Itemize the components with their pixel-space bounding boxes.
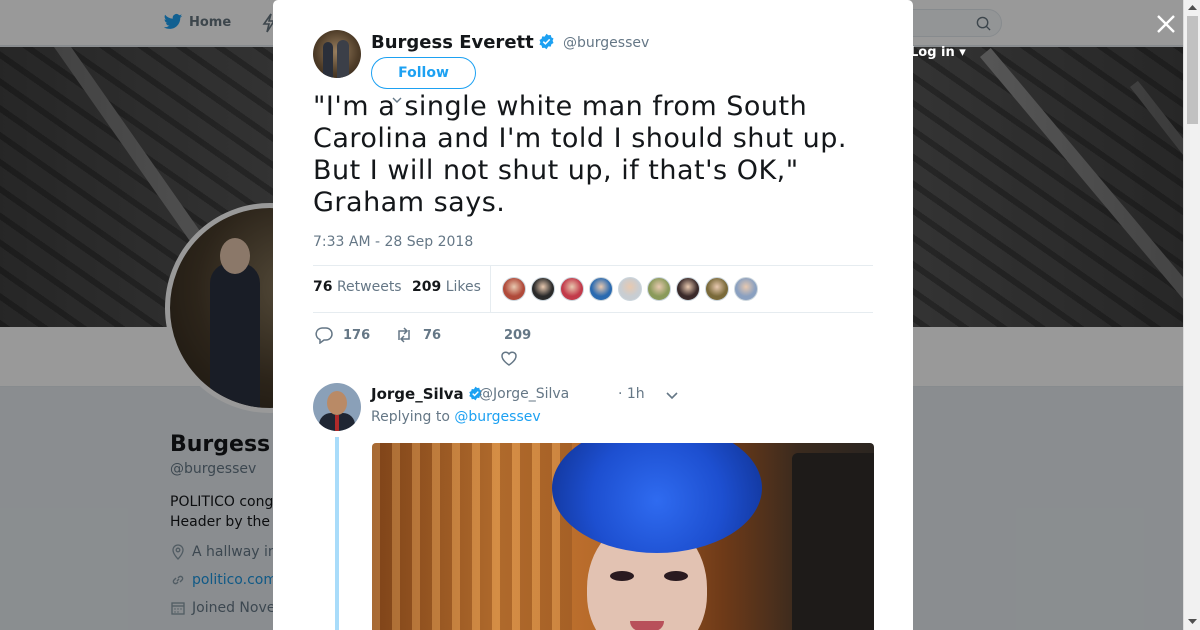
likers-avatars <box>502 277 758 301</box>
reply-media-image[interactable] <box>372 443 874 630</box>
verified-badge-icon <box>539 33 554 50</box>
likes-stat[interactable]: 209 Likes <box>412 279 481 295</box>
liker-avatar[interactable] <box>618 277 642 301</box>
stats-divider <box>490 266 491 313</box>
retweet-button[interactable]: 76 <box>395 326 441 344</box>
retweets-count: 76 <box>313 279 333 295</box>
tweet-timestamp[interactable]: 7:33 AM - 28 Sep 2018 <box>313 234 473 250</box>
tweet-author: Burgess Everett @burgessev Follow <box>313 30 873 90</box>
liker-avatar[interactable] <box>734 277 758 301</box>
heart-icon[interactable] <box>500 349 518 367</box>
tweet-stats: 76 Retweets 209 Likes <box>313 265 873 313</box>
chevron-down-icon[interactable] <box>665 388 679 402</box>
retweet-count: 76 <box>423 327 442 343</box>
thread-line <box>335 437 339 630</box>
author-handle[interactable]: @burgessev <box>563 35 649 51</box>
reply-author-name[interactable]: Jorge_Silva <box>371 385 483 403</box>
likes-label: Likes <box>445 279 481 295</box>
liker-avatar[interactable] <box>502 277 526 301</box>
scroll-up-arrow-icon[interactable] <box>1188 3 1197 12</box>
reply-author-handle[interactable]: @Jorge_Silva <box>479 386 569 402</box>
liker-avatar[interactable] <box>676 277 700 301</box>
retweet-icon <box>398 327 410 343</box>
liker-avatar[interactable] <box>560 277 584 301</box>
reply-button[interactable]: 176 <box>315 326 370 344</box>
reply-icon <box>315 327 333 344</box>
liker-avatar[interactable] <box>589 277 613 301</box>
author-name[interactable]: Burgess Everett <box>371 32 555 53</box>
reply-timestamp[interactable]: · 1h <box>618 386 645 402</box>
page-scrollbar[interactable] <box>1183 0 1200 630</box>
close-modal-button[interactable] <box>1154 12 1178 36</box>
replying-to: Replying to @burgessev <box>371 409 541 425</box>
tweet-actions: 176 76 209 <box>313 322 873 372</box>
reply-avatar[interactable] <box>313 383 361 431</box>
author-avatar[interactable] <box>313 30 361 78</box>
tweet-text: "I'm a single white man from South Carol… <box>313 91 848 218</box>
reply-tweet[interactable]: Jorge_Silva @Jorge_Silva · 1h Replying t… <box>313 383 874 630</box>
like-count: 209 <box>504 328 532 343</box>
retweets-stat[interactable]: 76 Retweets <box>313 279 402 295</box>
liker-avatar[interactable] <box>647 277 671 301</box>
liker-avatar[interactable] <box>531 277 555 301</box>
liker-avatar[interactable] <box>705 277 729 301</box>
follow-button[interactable]: Follow <box>371 57 476 89</box>
close-icon <box>1157 15 1175 33</box>
likes-count: 209 <box>412 279 442 295</box>
retweets-label: Retweets <box>336 279 402 295</box>
login-link[interactable]: Log in ▾ <box>910 45 966 60</box>
tweet-modal: Burgess Everett @burgessev Follow "I'm a… <box>273 0 913 630</box>
scrollbar-thumb[interactable] <box>1187 16 1198 124</box>
replying-to-prefix: Replying to <box>371 409 450 425</box>
scroll-down-arrow-icon[interactable] <box>1188 617 1197 626</box>
replying-to-link[interactable]: @burgessev <box>454 409 540 425</box>
reply-count: 176 <box>343 327 371 343</box>
